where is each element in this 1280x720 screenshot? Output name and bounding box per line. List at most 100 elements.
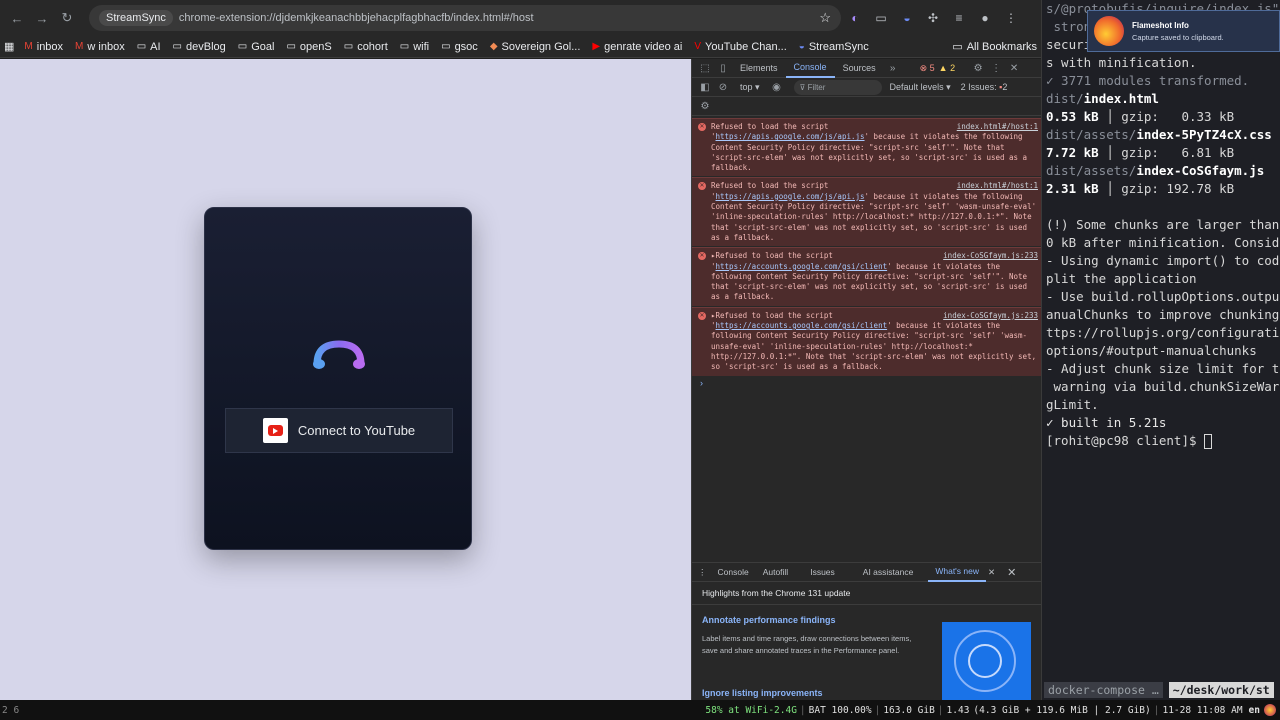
drawer-menu-icon[interactable]: ⋮ [698, 567, 707, 578]
error-source-link[interactable]: index.html#/host:1 [957, 122, 1038, 132]
flameshot-tray-icon[interactable] [1264, 704, 1276, 716]
bookmark-genrate-video[interactable]: ▶ genrate video ai [592, 41, 682, 53]
terminal-line: ✓ 3771 modules transformed. [1046, 73, 1250, 88]
console-error-message[interactable]: ✕ index-CoSGfaym.js:233 ▸Refused to load… [692, 247, 1041, 306]
folder-icon: ▭ [399, 41, 410, 52]
bookmark-goal[interactable]: ▭ Goal [238, 41, 275, 53]
inspect-element-icon[interactable]: ⬚ [696, 63, 714, 74]
folder-icon: ▭ [343, 41, 354, 52]
notification-content: Flameshot Info Capture saved to clipboar… [1132, 21, 1224, 42]
youtube-icon [262, 418, 288, 443]
workspace-indicator[interactable]: 2 6 [0, 705, 30, 716]
menu-kebab-icon[interactable]: ⋮ [999, 6, 1023, 30]
devtools-menu-icon[interactable]: ⋮ [987, 63, 1005, 74]
address-bar[interactable]: StreamSync chrome-extension://djdemkjkea… [89, 5, 841, 31]
bookmark-streamsync[interactable]: ◒ StreamSync [799, 41, 869, 53]
datetime: 11-28 11:08 AM [1162, 704, 1243, 716]
drawer-tab-issues[interactable]: Issues [803, 567, 842, 577]
console-toolbar: ◧ ⊘ top ▾ ◉ ⊽ Filter Default levels ▾ 2 … [692, 78, 1041, 97]
bookmark-youtube-channel[interactable]: V YouTube Chan... [694, 41, 786, 53]
console-error-message: ✕ index.html#/host:1 Refused to load the… [692, 177, 1041, 247]
terminal-window[interactable]: s/@protobufjs/inquire/index.js" strongly… [1041, 0, 1280, 700]
bookmark-gsoc[interactable]: ▭ gsoc [441, 41, 478, 53]
console-settings-gear-icon[interactable]: ⚙ [696, 101, 714, 112]
context-select[interactable]: top ▾ [740, 82, 760, 93]
script-url-link[interactable]: https://accounts.google.com/gsi/client [716, 262, 888, 271]
more-tabs-icon[interactable]: » [884, 63, 902, 74]
bookmark-inbox[interactable]: Minbox [24, 41, 63, 53]
drawer-tab-whats-new[interactable]: What's new [928, 563, 987, 582]
device-toolbar-icon[interactable]: ▯ [714, 63, 732, 74]
close-devtools-icon[interactable]: ✕ [1005, 63, 1023, 74]
console-output: ✕ index.html#/host:1 Refused to load the… [692, 116, 1041, 562]
bookmark-ai[interactable]: ▭ AI [137, 41, 161, 53]
filter-input[interactable]: ⊽ Filter [793, 79, 882, 95]
drawer-tab-console[interactable]: Console [711, 567, 756, 577]
terminal-line: s with minification. [1046, 55, 1197, 70]
notification-title: Flameshot Info [1132, 20, 1189, 30]
error-source-link[interactable]: index-CoSGfaym.js:233 [943, 311, 1038, 321]
bookmark-w-inbox[interactable]: Mw inbox [75, 41, 125, 53]
back-icon[interactable]: ← [6, 7, 28, 29]
site-chip[interactable]: StreamSync [99, 10, 173, 26]
terminal-line: plit the application [1046, 271, 1197, 286]
reload-icon[interactable]: ↻ [56, 7, 78, 29]
folder-icon: ▭ [172, 41, 182, 52]
terminal-line: 0.53 kB │ gzip: 0.33 kB [1046, 109, 1235, 124]
error-source-link[interactable]: index-CoSGfaym.js:233 [943, 251, 1038, 261]
bookmark-star-icon[interactable]: ☆ [819, 10, 831, 26]
error-icon: ✕ [698, 123, 706, 131]
drawer-tabbar: ⋮ Console Autofill Issues AI assistance … [692, 563, 1041, 582]
live-expression-eye-icon[interactable]: ◉ [768, 82, 786, 93]
terminal-line: - Use build.rollupOptions.outpu [1046, 289, 1280, 304]
script-url-link[interactable]: https://accounts.google.com/gsi/client [716, 321, 888, 330]
profile-avatar-icon[interactable]: ● [973, 6, 997, 30]
close-drawer-icon[interactable]: ✕ [1007, 566, 1016, 579]
issues-link[interactable]: 2 Issues: ▪2 [961, 82, 1008, 92]
console-error-message[interactable]: ✕ index-CoSGfaym.js:233 ▸Refused to load… [692, 306, 1041, 376]
error-source-link[interactable]: index.html#/host:1 [957, 181, 1038, 191]
log-levels-select[interactable]: Default levels ▾ [890, 82, 951, 93]
bookmark-opens[interactable]: ▭ openS [286, 41, 331, 53]
terminal-prompt[interactable]: [rohit@pc98 client]$ [1042, 432, 1280, 450]
youtube-icon: V [694, 41, 702, 52]
script-url-link[interactable]: https://apis.google.com/js/api.js [716, 132, 865, 141]
apps-grid-icon[interactable]: ▦ [4, 40, 14, 53]
tmux-status-bar: docker-compose … ~/desk/work/st [1042, 680, 1280, 700]
script-url-link[interactable]: https://apis.google.com/js/api.js [716, 192, 865, 201]
url-text[interactable]: chrome-extension://djdemkjkeanachbbjehac… [179, 12, 534, 24]
reading-list-icon[interactable]: ≡ [947, 6, 971, 30]
console-prompt[interactable]: › [692, 378, 1041, 388]
browser-toolbar: ← → ↻ StreamSync chrome-extension://djde… [0, 0, 1041, 36]
terminal-output: s/@protobufjs/inquire/index.js" strongly… [1042, 0, 1280, 432]
streamsync-ext-icon[interactable]: ◒ [895, 6, 919, 30]
clear-console-icon[interactable]: ⊘ [714, 82, 732, 93]
drawer-tab-ai-assistance[interactable]: AI assistance [856, 567, 921, 577]
tab-console[interactable]: Console [785, 59, 835, 78]
whats-new-feature-title-2[interactable]: Ignore listing improvements [702, 688, 823, 698]
bookmark-devblog[interactable]: ▭ devBlog [173, 41, 226, 53]
warning-badge[interactable]: ▲ 2 [939, 63, 955, 73]
bookmark-cohort[interactable]: ▭ cohort [344, 41, 388, 53]
language-indicator[interactable]: en [1249, 705, 1260, 716]
all-bookmarks[interactable]: ▭ All Bookmarks [952, 40, 1037, 54]
system-status-bar: 2 6 58% at WiFi-2.4G | BAT 100.00% | 163.0… [0, 700, 1280, 720]
terminal-line: dist/assets/index-5PyTZ4cX.css [1046, 127, 1272, 142]
tab-sources[interactable]: Sources [835, 59, 884, 78]
close-tab-icon[interactable]: ✕ [988, 567, 995, 578]
connect-youtube-button[interactable]: Connect to YouTube [225, 408, 453, 453]
bookmark-wifi[interactable]: ▭ wifi [400, 41, 429, 53]
bookmark-sovereign[interactable]: ◆ Sovereign Gol... [490, 41, 581, 53]
drawer-tab-autofill[interactable]: Autofill [756, 567, 796, 577]
pane-docker-compose[interactable]: docker-compose … [1044, 682, 1163, 698]
error-badge[interactable]: ⊗ 5 [920, 63, 935, 74]
cast-icon[interactable]: ▭ [869, 6, 893, 30]
extensions-puzzle-icon[interactable]: ✣ [921, 6, 945, 30]
flameshot-notification[interactable]: Flameshot Info Capture saved to clipboar… [1087, 10, 1280, 52]
extension-icon[interactable]: ◐ [843, 6, 867, 30]
sidebar-toggle-icon[interactable]: ◧ [696, 82, 714, 93]
forward-icon[interactable]: → [31, 7, 53, 29]
pane-current-dir[interactable]: ~/desk/work/st [1168, 682, 1274, 698]
tab-elements[interactable]: Elements [732, 59, 786, 78]
settings-gear-icon[interactable]: ⚙ [969, 63, 987, 74]
